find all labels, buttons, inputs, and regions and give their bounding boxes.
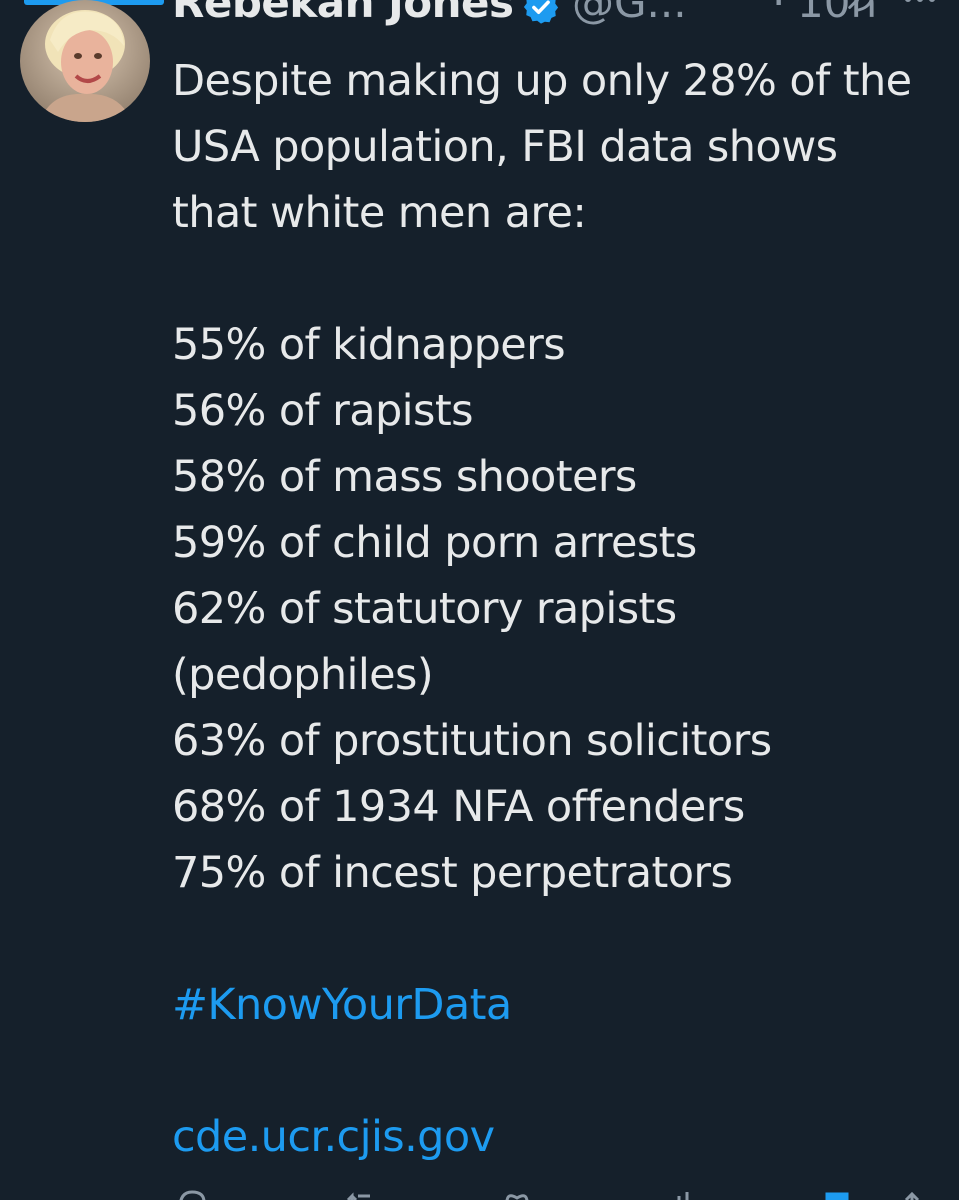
source-link[interactable]: cde.ucr.cjis.gov: [172, 1104, 942, 1170]
separator-dot: ·: [772, 0, 786, 27]
author-handle[interactable]: @G...: [572, 0, 687, 27]
tweet-actions-bar: [172, 1188, 932, 1200]
stat-line: (pedophiles): [172, 650, 434, 700]
views-icon[interactable]: [667, 1188, 707, 1200]
stat-line: 63% of prostitution solicitors: [172, 716, 772, 766]
avatar[interactable]: [20, 0, 150, 122]
share-icon[interactable]: [892, 1188, 932, 1200]
more-options-icon[interactable]: [900, 0, 940, 14]
tweet-text-line: Despite making up only 28% of the: [172, 56, 912, 106]
stat-line: 59% of child porn arrests: [172, 518, 697, 568]
bookmark-icon[interactable]: [817, 1188, 857, 1200]
hashtag-link[interactable]: #KnowYourData: [172, 972, 942, 1038]
tweet-body: Despite making up only 28% of the USA po…: [172, 48, 942, 1170]
like-icon[interactable]: [497, 1188, 537, 1200]
stat-line: 68% of 1934 NFA offenders: [172, 782, 745, 832]
reply-icon[interactable]: [172, 1188, 212, 1200]
stat-line: 62% of statutory rapists: [172, 584, 677, 634]
avatar-photo: [20, 0, 150, 122]
tweet-text-line: that white men are:: [172, 188, 587, 238]
grok-icon[interactable]: [844, 0, 878, 16]
stat-line: 55% of kidnappers: [172, 320, 566, 370]
stat-line: 56% of rapists: [172, 386, 474, 436]
stat-line: 75% of incest perpetrators: [172, 848, 733, 898]
tweet-header: Rebekah Jones @G... · 10h: [172, 0, 959, 38]
author-name[interactable]: Rebekah Jones: [172, 0, 514, 27]
verified-badge-icon: [523, 0, 559, 24]
stat-line: 58% of mass shooters: [172, 452, 637, 502]
tweet-text-line: USA population, FBI data shows: [172, 122, 838, 172]
retweet-icon[interactable]: [342, 1188, 382, 1200]
